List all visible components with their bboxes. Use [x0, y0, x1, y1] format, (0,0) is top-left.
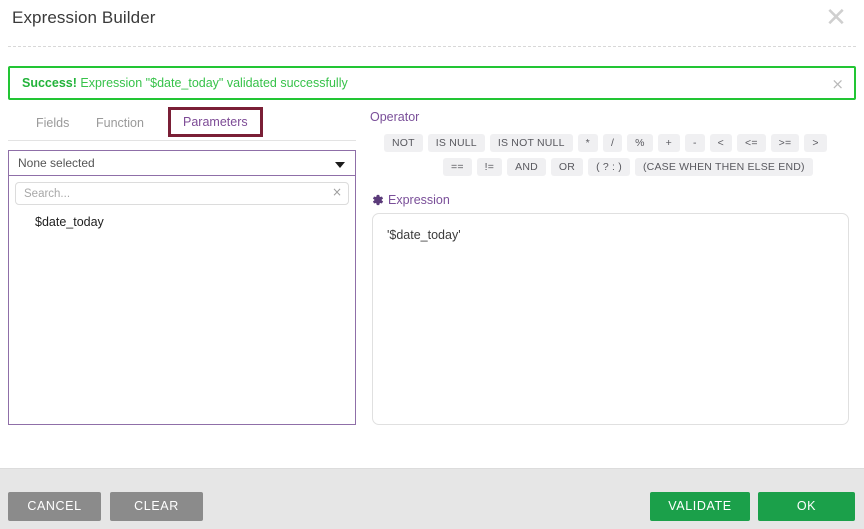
expression-textarea[interactable] [372, 213, 849, 425]
operator-button-less-than[interactable]: < [709, 134, 732, 152]
operator-row-1: NOT IS NULL IS NOT NULL * / % + - < <= >… [384, 134, 827, 152]
clear-button[interactable]: CLEAR [110, 492, 203, 521]
operator-button-greater-than[interactable]: > [804, 134, 827, 152]
search-input[interactable] [15, 182, 349, 205]
validate-button[interactable]: VALIDATE [650, 492, 750, 521]
operator-button-is-null[interactable]: IS NULL [427, 134, 485, 152]
alert-close-icon[interactable]: × [831, 75, 844, 93]
ok-button[interactable]: OK [758, 492, 855, 521]
operator-button-not-equals[interactable]: != [476, 158, 503, 176]
operator-button-minus[interactable]: - [684, 134, 705, 152]
operator-button-multiply[interactable]: * [577, 134, 598, 152]
header-divider [8, 46, 856, 47]
operator-button-modulo[interactable]: % [627, 134, 653, 152]
success-alert: Success! Expression "$date_today" valida… [8, 66, 856, 100]
chevron-down-icon [335, 162, 345, 168]
page-title: Expression Builder [12, 8, 156, 27]
operator-button-not[interactable]: NOT [384, 134, 423, 152]
tab-bar: Fields Function Parameters [8, 107, 356, 141]
operator-button-plus[interactable]: + [657, 134, 680, 152]
list-item[interactable]: $date_today [9, 211, 355, 233]
dialog-footer: CANCEL CLEAR VALIDATE OK [0, 468, 864, 529]
parameters-panel: None selected × $date_today [8, 150, 356, 425]
alert-detail: Expression "$date_today" validated succe… [76, 76, 348, 90]
operator-button-is-not-null[interactable]: IS NOT NULL [489, 134, 573, 152]
search-container: × [15, 182, 349, 205]
cancel-button[interactable]: CANCEL [8, 492, 101, 521]
search-clear-icon[interactable]: × [332, 185, 342, 199]
operator-row-2: == != AND OR ( ? : ) (CASE WHEN THEN ELS… [443, 158, 813, 176]
operator-button-or[interactable]: OR [550, 158, 584, 176]
parameter-select[interactable]: None selected [9, 151, 355, 176]
operator-button-greater-equal[interactable]: >= [770, 134, 800, 152]
operator-section-label: Operator [370, 110, 420, 124]
alert-message: Success! Expression "$date_today" valida… [22, 76, 348, 90]
gear-icon [370, 193, 384, 207]
operator-button-equals[interactable]: == [443, 158, 472, 176]
operator-button-divide[interactable]: / [602, 134, 623, 152]
tab-fields[interactable]: Fields [28, 110, 77, 136]
tab-function[interactable]: Function [88, 110, 152, 136]
operator-button-ternary[interactable]: ( ? : ) [588, 158, 630, 176]
expression-section-label: Expression [388, 193, 450, 207]
operator-button-case-when[interactable]: (CASE WHEN THEN ELSE END) [634, 158, 813, 176]
parameter-list: $date_today [9, 211, 355, 424]
expression-builder-dialog: Expression Builder ✕ Success! Expression… [0, 0, 864, 529]
operator-button-less-equal[interactable]: <= [737, 134, 766, 152]
operator-button-and[interactable]: AND [507, 158, 546, 176]
close-icon[interactable]: ✕ [822, 4, 850, 32]
dialog-header: Expression Builder ✕ [0, 0, 864, 46]
parameter-select-value: None selected [18, 156, 95, 170]
tab-parameters[interactable]: Parameters [168, 107, 263, 137]
alert-status: Success! [22, 76, 77, 90]
